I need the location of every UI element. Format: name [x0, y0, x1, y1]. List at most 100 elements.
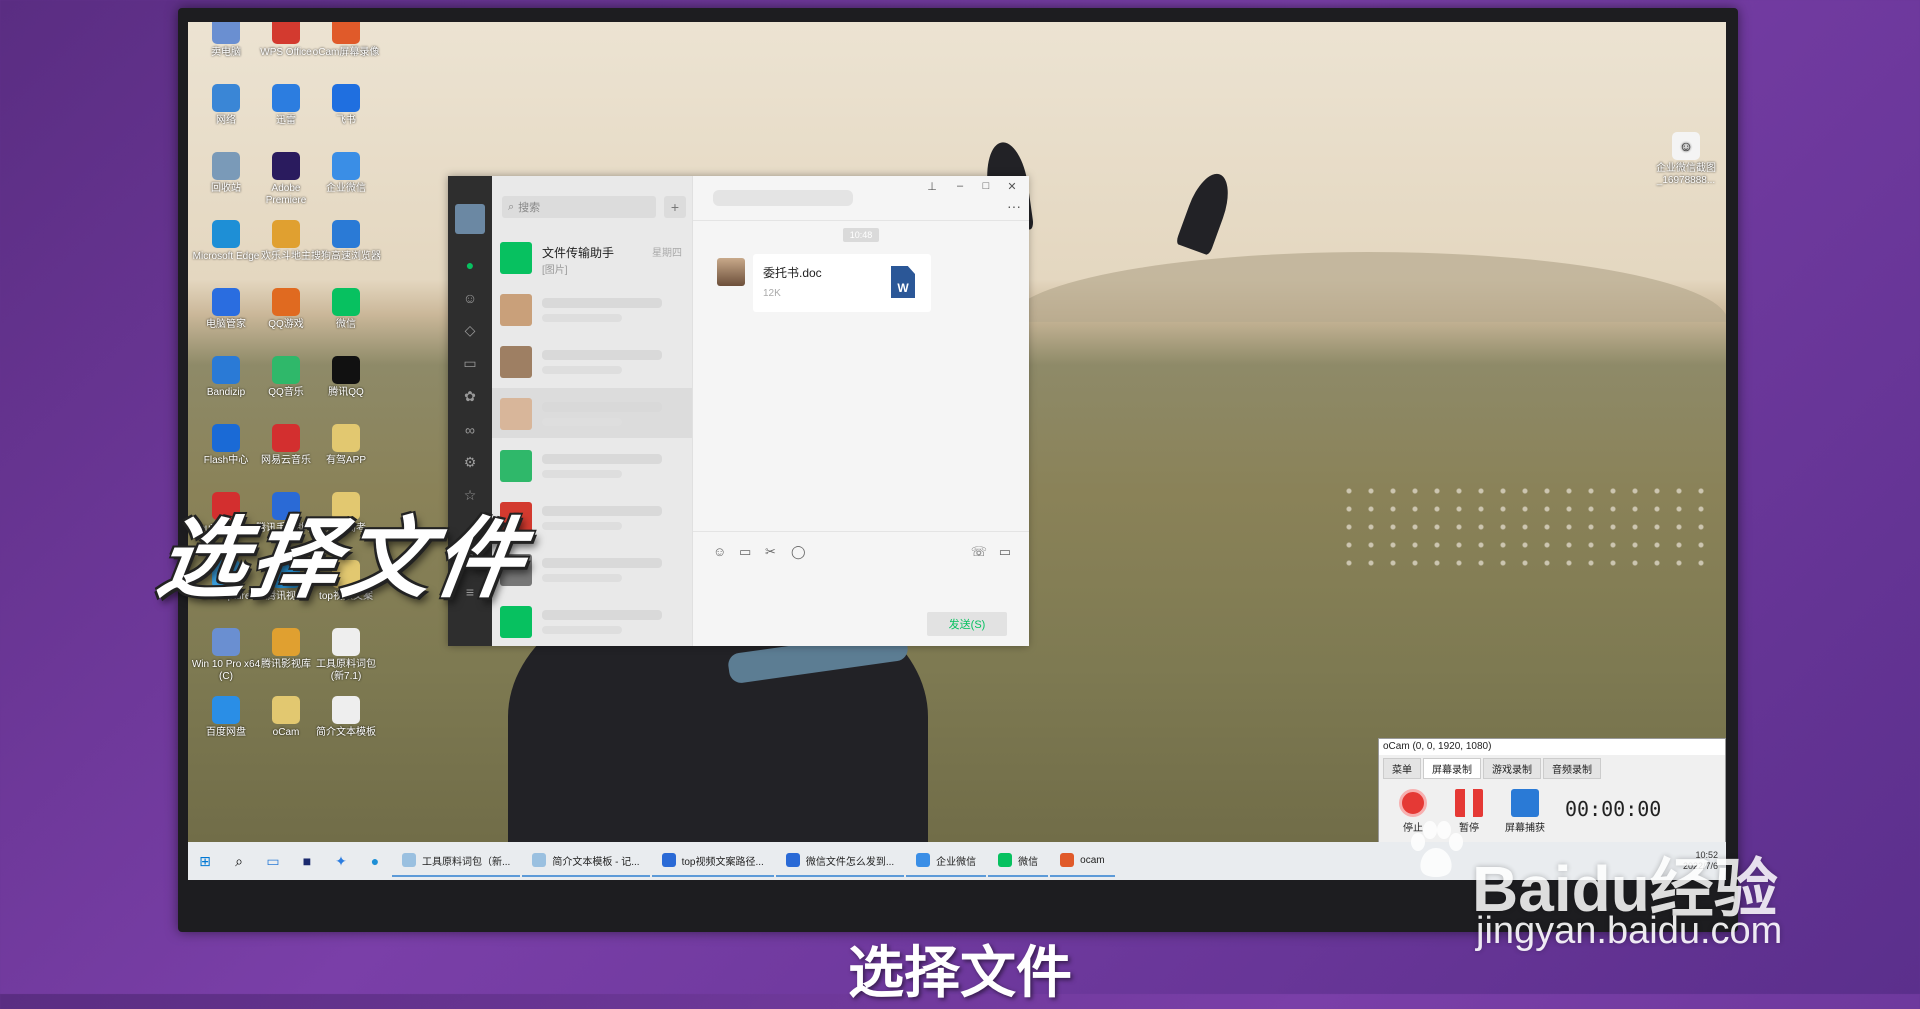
desktop-icon[interactable]: 工具原料词包(新7.1)	[310, 628, 382, 683]
ocam-title: oCam (0, 0, 1920, 1080)	[1379, 739, 1725, 755]
file-name: 委托书.doc	[763, 266, 822, 280]
explorer-icon[interactable]: ▭	[259, 847, 287, 875]
taskbar-app-label: 简介文本模板 - 记...	[552, 856, 640, 868]
taskbar-app[interactable]: 企业微信	[906, 845, 987, 877]
overlay-caption: 选择文件	[151, 507, 535, 610]
desktop-icon[interactable]: 简介文本模板	[310, 696, 382, 739]
chat-avatar	[500, 398, 532, 430]
tab-audio-record[interactable]: 音频录制	[1543, 758, 1601, 779]
desktop-icon[interactable]: 搜狗高速浏览器	[310, 220, 382, 263]
tab-game-record[interactable]: 游戏录制	[1483, 758, 1541, 779]
chat-icon[interactable]: ●	[448, 248, 492, 281]
blurred-text	[542, 610, 662, 620]
app-icon	[661, 853, 676, 867]
desktop-icon-label: oCam屏幕录像	[312, 47, 380, 58]
taskbar-app[interactable]: 微信文件怎么发到...	[775, 845, 905, 877]
emoji-icon[interactable]: ☺	[713, 544, 726, 559]
chat-item[interactable]	[492, 596, 692, 646]
baidu-paw-icon	[1411, 821, 1463, 877]
more-button[interactable]: ···	[1007, 198, 1021, 214]
desktop-icon-label: 企业微信	[326, 183, 366, 194]
app-icon	[532, 853, 547, 867]
video-call-icon[interactable]: ▭	[999, 544, 1011, 560]
tab-menu[interactable]: 菜单	[1383, 758, 1421, 779]
app-icon	[332, 356, 360, 384]
image-file-icon: ☺	[1672, 132, 1700, 160]
sender-avatar[interactable]	[717, 258, 745, 286]
desktop-icon[interactable]: 微信	[310, 288, 382, 331]
app-icon	[332, 220, 360, 248]
monitor-frame: 卖电脑 WPS Office oCam屏幕录像 网络 迅雷 飞书 回收站 Adobe Prem…	[178, 8, 1738, 932]
chat-item[interactable]	[492, 388, 692, 438]
desktop-icon-label: 搜狗高速浏览器	[311, 251, 381, 262]
taskbar-app[interactable]: top视频文案路径...	[651, 845, 774, 877]
xunlei-icon[interactable]: ✦	[327, 847, 355, 875]
wallpaper-flowers	[1338, 482, 1718, 572]
chat-item[interactable]	[492, 284, 692, 334]
search-icon[interactable]: ⌕	[225, 847, 253, 875]
desktop-icon[interactable]: 腾讯QQ	[310, 356, 382, 399]
app-icon	[272, 288, 300, 316]
monitor-icon	[1511, 789, 1539, 817]
edge-icon[interactable]: ●	[361, 847, 389, 875]
app-icon	[332, 628, 360, 656]
taskbar-app-label: 微信文件怎么发到...	[805, 856, 895, 868]
chat-item-file-transfer[interactable]: 文件传输助手 [图片] 星期四	[492, 232, 692, 282]
send-button[interactable]: 发送(S)	[927, 612, 1007, 636]
photoshop-icon[interactable]: ■	[293, 847, 321, 875]
message-timestamp: 10:48	[843, 228, 879, 242]
app-icon	[272, 356, 300, 384]
user-avatar[interactable]	[455, 204, 485, 234]
chat-avatar	[500, 294, 532, 326]
pin-icon[interactable]: ⊥	[923, 180, 941, 193]
chat-panel: ⊥ – □ ✕ ··· 10:48 委托书.doc 12K W ☺ ▭ ✂ ◯ …	[692, 176, 1029, 646]
miniprogram-icon[interactable]: ∞	[448, 413, 492, 446]
chat-item[interactable]	[492, 440, 692, 490]
chat-item[interactable]	[492, 336, 692, 386]
contacts-icon[interactable]: ☺	[448, 281, 492, 314]
add-button[interactable]: +	[664, 196, 686, 218]
moments-icon[interactable]: ✿	[448, 380, 492, 413]
taskbar-app-label: ocam	[1080, 854, 1105, 866]
scissors-icon[interactable]: ✂	[765, 544, 776, 560]
desktop-icon-screenshot[interactable]: ☺ 企业微信截图_16978888...	[1650, 132, 1722, 187]
desktop-icon-label: 飞书	[336, 115, 356, 126]
blurred-text	[542, 350, 662, 360]
taskbar-app-label: top视频文案路径...	[681, 856, 764, 868]
desktop-icon[interactable]: 企业微信	[310, 152, 382, 195]
app-icon	[332, 424, 360, 452]
app-icon	[332, 288, 360, 316]
voice-call-icon[interactable]: ☏	[971, 544, 987, 560]
taskbar-app[interactable]: ocam	[1050, 845, 1115, 877]
maximize-icon[interactable]: □	[977, 180, 995, 192]
taskbar-app[interactable]: 工具原料词包（新...	[392, 845, 521, 877]
chat-avatar	[500, 450, 532, 482]
close-icon[interactable]: ✕	[1003, 180, 1021, 193]
app-icon	[212, 628, 240, 656]
blurred-text	[542, 418, 622, 426]
app-icon	[272, 152, 300, 180]
tab-screen-record[interactable]: 屏幕录制	[1423, 758, 1481, 779]
folder-icon[interactable]: ▭	[739, 544, 751, 560]
app-icon	[272, 22, 300, 44]
baidu-watermark-url: jingyan.baidu.com	[1476, 910, 1783, 952]
capture-button[interactable]: 屏幕捕获	[1505, 789, 1545, 834]
start-icon[interactable]: ⊞	[191, 847, 219, 875]
app-icon	[1060, 853, 1075, 867]
app-icon	[212, 22, 240, 44]
chat-history-icon[interactable]: ◯	[791, 544, 806, 560]
desktop-icon[interactable]: oCam屏幕录像	[310, 22, 382, 59]
taskbar-app[interactable]: 简介文本模板 - 记...	[522, 845, 650, 877]
settings-icon[interactable]: ⚙	[448, 446, 492, 479]
folder-icon[interactable]: ▭	[448, 347, 492, 380]
minimize-icon[interactable]: –	[951, 180, 969, 192]
file-message[interactable]: 委托书.doc 12K W	[753, 254, 931, 312]
search-input[interactable]: ⌕ 搜索	[502, 196, 656, 218]
taskbar-app[interactable]: 微信	[988, 845, 1049, 877]
app-icon	[272, 220, 300, 248]
favorites-icon[interactable]: ◇	[448, 314, 492, 347]
desktop-icon[interactable]: 飞书	[310, 84, 382, 127]
app-icon	[272, 424, 300, 452]
desktop-icon[interactable]: 有驾APP	[310, 424, 382, 467]
capture-label: 屏幕捕获	[1505, 823, 1545, 834]
